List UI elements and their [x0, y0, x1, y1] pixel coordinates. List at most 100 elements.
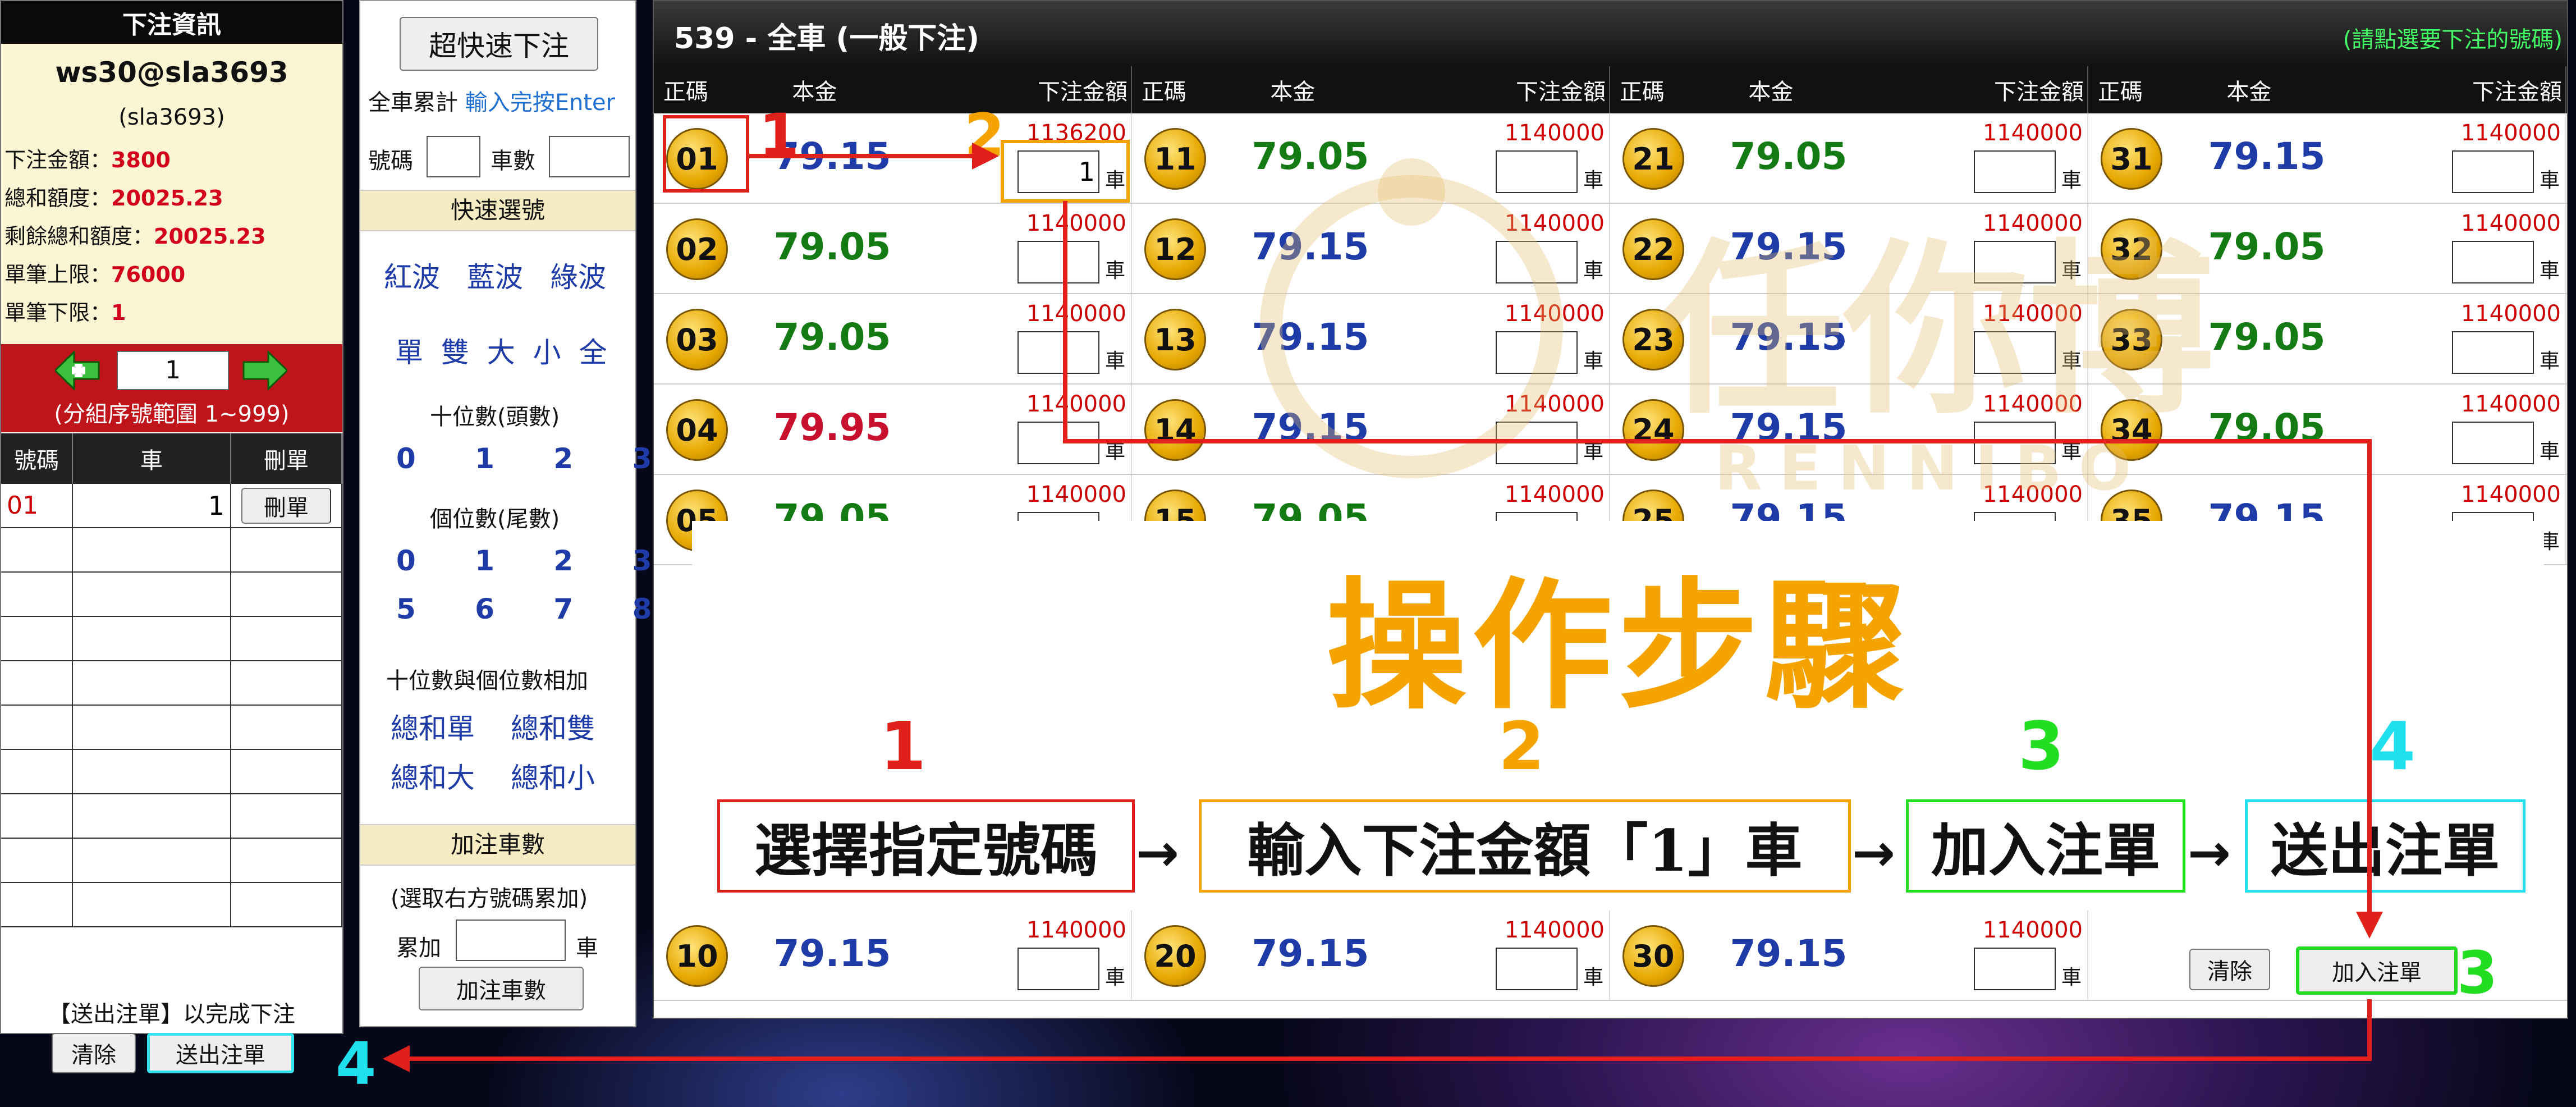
bet-amount-input[interactable]	[2452, 422, 2534, 464]
bet-total-value: 3800	[111, 148, 171, 172]
empty-row	[1, 617, 342, 661]
number-cell[interactable]: 20 79.15 1140000 車	[1132, 911, 1610, 1000]
page-input[interactable]: 1	[117, 351, 229, 390]
grid-title-bar: 539 - 全車 (一般下注) (請點選要下注的號碼)	[654, 1, 2567, 66]
bet-amount-input[interactable]	[2452, 241, 2534, 283]
principal-value: 79.15	[1252, 932, 1369, 975]
next-arrow-icon[interactable]	[242, 351, 287, 390]
bet-limit: 1136200	[1026, 120, 1126, 146]
bet-info-title: 下注資訊	[1, 1, 342, 44]
bet-amount-input[interactable]	[1496, 948, 1578, 990]
number-cell[interactable]: 02 79.05 1140000 車	[654, 204, 1132, 293]
number-cell[interactable]: 01 79.15 1136200 1 車	[654, 113, 1132, 203]
type-buttons[interactable]: 單 雙 大 小 全	[395, 330, 612, 370]
header-delete: 刪單	[231, 433, 342, 484]
number-ball[interactable]: 04	[666, 399, 728, 461]
sum-big-button[interactable]: 總和大	[391, 756, 475, 796]
number-ball[interactable]: 13	[1144, 309, 1206, 370]
grid-clear-button[interactable]: 清除	[2189, 949, 2270, 990]
number-cell[interactable]: 04 79.95 1140000 車	[654, 385, 1132, 474]
bet-total-row: 下注金額：3800	[4, 148, 171, 172]
bet-amount-input[interactable]	[2452, 331, 2534, 374]
number-ball[interactable]: 02	[666, 218, 728, 280]
bet-amount-input[interactable]: 1	[1017, 150, 1099, 193]
number-ball[interactable]: 11	[1144, 128, 1206, 190]
header-principal: 本金	[1748, 79, 1794, 105]
header-bet-amount: 下注金額	[1038, 79, 1128, 105]
empty-row	[1, 573, 342, 617]
number-ball[interactable]: 03	[666, 309, 728, 370]
bet-amount-input[interactable]	[1017, 948, 1099, 990]
unit-label: 車	[2539, 350, 2560, 373]
green-wave-button[interactable]: 綠波	[550, 255, 606, 295]
quick-select-title: 快速選號	[360, 190, 635, 231]
grid-header-group: 正碼 本金 下注金額	[1610, 66, 2088, 113]
page-nav: 1 (分組序號範圍 1~999)	[1, 344, 342, 432]
bet-amount-input[interactable]	[1017, 422, 1099, 464]
total-limit-value: 20025.23	[111, 186, 223, 211]
sum-even-button[interactable]: 總和雙	[511, 706, 595, 747]
bet-limit: 1140000	[1504, 917, 1605, 943]
bet-amount-input[interactable]	[1017, 241, 1099, 283]
step-arrow-1: →	[1136, 823, 1180, 883]
super-fast-bet-button[interactable]: 超快速下注	[400, 17, 598, 71]
principal-value: 79.95	[773, 406, 891, 449]
bet-amount-input[interactable]	[1974, 948, 2056, 990]
number-ball[interactable]: 30	[1622, 925, 1684, 987]
bet-amount-input[interactable]	[1017, 331, 1099, 374]
principal-value: 79.15	[773, 932, 891, 975]
principal-value: 79.05	[773, 225, 891, 268]
grid-header-group: 正碼 本金 下注金額	[2088, 66, 2566, 113]
sum-odd-button[interactable]: 總和單	[391, 706, 475, 747]
annotation-label-3: 3	[2457, 939, 2498, 1007]
grid-row: 03 79.05 1140000 車 13 79.15 1140000 車 23 79.15 114…	[654, 294, 2567, 385]
annotation-label-1: 1	[759, 101, 800, 170]
sum-small-button[interactable]: 總和小	[511, 756, 595, 796]
bet-limit: 1140000	[1026, 211, 1126, 236]
number-cell[interactable]: 10 79.15 1140000 車	[654, 911, 1132, 1000]
unit-label: 車	[1104, 259, 1125, 282]
blue-wave-button[interactable]: 藍波	[467, 255, 523, 295]
bet-limit: 1140000	[2460, 391, 2561, 417]
table-row: 01 1 刪單	[1, 484, 342, 528]
header-principal: 本金	[2226, 79, 2272, 105]
submit-slip-button[interactable]: 送出注單	[147, 1033, 294, 1073]
empty-row	[1, 883, 342, 927]
unit-label: 車	[2061, 966, 2082, 989]
step-number-1: 1	[880, 707, 927, 785]
bet-limit: 1140000	[2460, 120, 2561, 146]
number-ball[interactable]: 14	[1144, 399, 1206, 461]
min-single-row: 單筆下限：1	[4, 300, 126, 325]
number-cell[interactable]: 03 79.05 1140000 車	[654, 294, 1132, 383]
slip-clear-button[interactable]: 清除	[52, 1033, 136, 1073]
accumulate-label: 累加	[396, 935, 441, 961]
annotation-label-4: 4	[336, 1030, 377, 1098]
unit-label: 車	[1104, 440, 1125, 463]
car-count-input[interactable]	[549, 136, 630, 177]
max-single-row: 單筆上限：76000	[4, 262, 186, 287]
account-sub: (sla3693)	[118, 104, 225, 130]
watermark-subtext: RENNIBO	[1715, 432, 2148, 504]
add-car-button[interactable]: 加注車數	[419, 967, 584, 1010]
bet-limit: 1140000	[2460, 301, 2561, 327]
delete-button[interactable]: 刪單	[241, 487, 331, 524]
add-to-slip-button[interactable]: 加入注單	[2296, 946, 2458, 995]
header-zheng-ma: 正碼	[2097, 79, 2143, 105]
number-cell[interactable]: 30 79.15 1140000 車	[1610, 911, 2088, 1000]
max-single-value: 76000	[111, 262, 186, 287]
grid-row-last: 10 79.15 1140000 車 20 79.15 1140000 車 30 79.15 114…	[654, 911, 2567, 1001]
header-zheng-ma: 正碼	[1141, 79, 1186, 105]
number-ball[interactable]: 10	[666, 925, 728, 987]
tens-digit-buttons[interactable]: 0 1 2 3	[396, 442, 676, 475]
number-ball[interactable]: 01	[666, 128, 728, 190]
prev-arrow-icon[interactable]	[55, 351, 100, 390]
number-ball[interactable]: 20	[1144, 925, 1206, 987]
accumulate-input[interactable]	[456, 920, 566, 961]
accumulate-unit: 車	[576, 935, 598, 961]
total-limit-row: 總和額度：20025.23	[4, 186, 223, 211]
red-wave-button[interactable]: 紅波	[384, 255, 440, 295]
number-ball[interactable]: 12	[1144, 218, 1206, 280]
number-input[interactable]	[427, 136, 480, 177]
min-single-value: 1	[111, 300, 126, 325]
bet-amount-input[interactable]	[2452, 150, 2534, 193]
